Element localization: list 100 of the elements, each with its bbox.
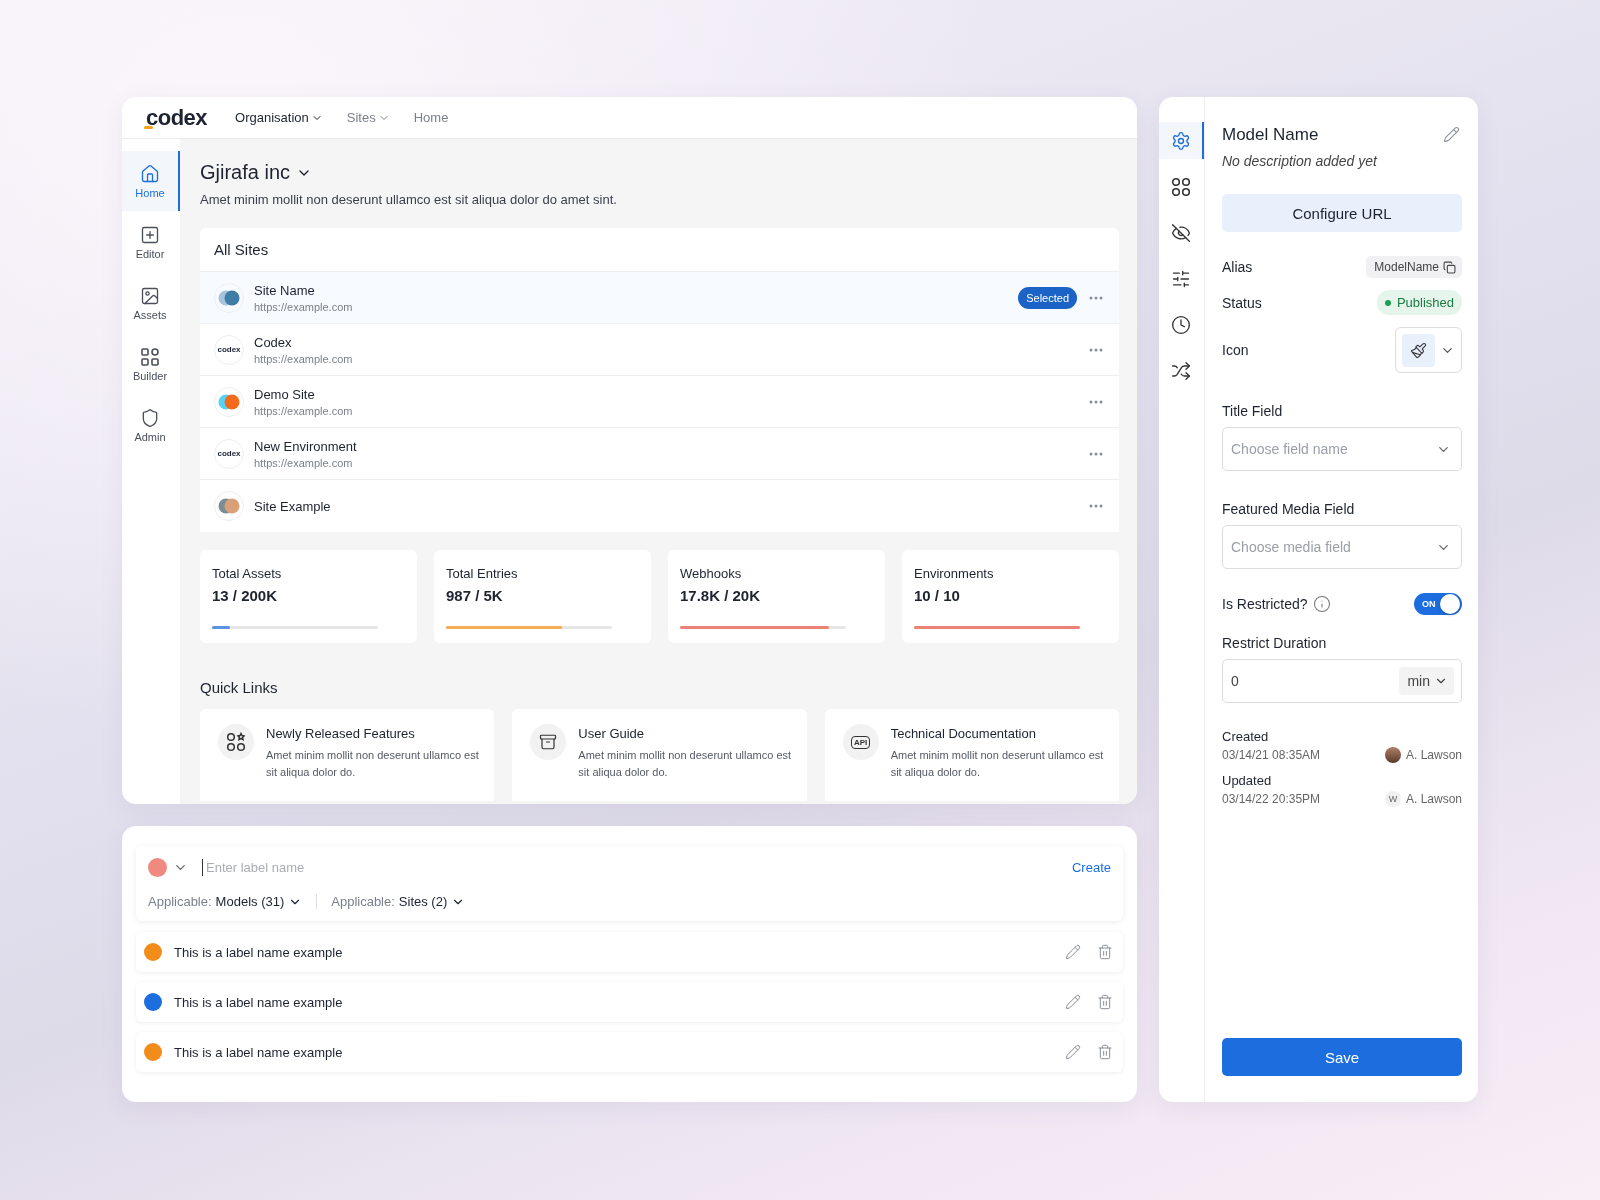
stat-label: Total Entries — [446, 566, 518, 581]
site-name: New Environment — [254, 438, 357, 454]
avatar: W — [1384, 791, 1401, 807]
label-name: This is a label name example — [174, 994, 344, 1010]
duration-field[interactable]: 0 min — [1222, 659, 1462, 703]
edit-button[interactable] — [1063, 942, 1083, 962]
model-description: No description added yet — [1222, 153, 1379, 169]
more-icon — [1089, 347, 1103, 352]
site-name: Site Example — [254, 498, 331, 514]
settings-icon — [1170, 130, 1191, 151]
meta-date: 03/14/21 08:35AM — [1222, 748, 1321, 762]
sidebar-item[interactable]: Admin — [122, 395, 180, 455]
sidebar-item[interactable]: Editor — [122, 212, 180, 272]
site-url: https://example.com — [254, 456, 353, 469]
quick-link-description: Amet minim mollit non deserunt ullamco est sit aliqua dolor do. — [266, 748, 480, 780]
label-name: This is a label name example — [174, 1044, 344, 1060]
eye-off-icon — [1170, 222, 1191, 243]
site-name: Site Name — [254, 282, 315, 298]
quick-link-title: User Guide — [578, 726, 646, 741]
section-title: Quick Links — [200, 679, 278, 696]
edit-button[interactable] — [1063, 992, 1083, 1012]
icon-picker[interactable] — [1395, 327, 1462, 373]
label-name: This is a label name example — [174, 944, 344, 960]
info-icon — [1312, 595, 1331, 613]
clock-icon — [1170, 314, 1191, 335]
home-icon — [140, 163, 160, 184]
brush-icon — [1410, 341, 1427, 359]
toggle-switch[interactable]: ON — [1414, 593, 1462, 615]
meta-label: Updated — [1222, 773, 1272, 788]
selected-badge: Selected — [1018, 286, 1077, 309]
color-dot[interactable] — [148, 857, 167, 877]
create-link[interactable]: Create — [1071, 859, 1111, 875]
quick-link-card[interactable]: User Guide Amet minim mollit non deserunt ullamco est sit aliqua dolor do. — [512, 709, 807, 801]
more-button[interactable] — [1087, 502, 1105, 510]
site-url: https://example.com — [254, 300, 353, 313]
stat-value: 987 / 5K — [446, 587, 503, 604]
stat-value: 13 / 200K — [212, 587, 278, 604]
copy-icon — [1443, 260, 1456, 274]
org-switcher[interactable]: Gjirafa inc — [200, 161, 313, 184]
nav-link[interactable]: Sites — [346, 110, 390, 125]
avatar — [1384, 747, 1401, 763]
site-url: https://example.com — [254, 404, 353, 417]
edit-button[interactable] — [1441, 124, 1462, 145]
more-icon — [1089, 504, 1103, 508]
quick-link-description: Amet minim mollit non deserunt ullamco est sit aliqua dolor do. — [578, 748, 793, 780]
unit-select[interactable]: min — [1399, 667, 1454, 695]
site-name: Codex — [254, 334, 292, 350]
trash-icon — [1097, 1044, 1113, 1060]
image-icon — [140, 285, 160, 306]
stat-label: Total Assets — [212, 566, 282, 581]
stat-value: 10 / 10 — [914, 587, 960, 604]
sidebar-item[interactable]: Assets — [122, 273, 180, 333]
meta-label: Created — [1222, 729, 1269, 744]
site-row[interactable]: Site Name https://example.com Selected — [200, 272, 1119, 324]
save-button[interactable]: Save — [1222, 1038, 1462, 1076]
field-label: Status — [1222, 294, 1262, 311]
field-label: Alias — [1222, 259, 1253, 275]
applicable-filter[interactable]: Applicable: Sites (2) — [316, 894, 480, 909]
field-label: Is Restricted? — [1222, 596, 1308, 612]
pencil-icon — [1443, 126, 1460, 143]
site-name: Demo Site — [254, 386, 315, 402]
status-badge: Published — [1376, 290, 1462, 315]
shuffle-icon — [1170, 360, 1191, 381]
quick-link-card[interactable]: API Technical Documentation Amet minim mollit non deserunt ullamco est sit aliqua dolor do. — [824, 709, 1119, 801]
field-label: Featured Media Field — [1222, 501, 1356, 517]
sliders-icon — [1170, 268, 1191, 289]
more-icon — [1089, 295, 1103, 300]
applicable-filter[interactable]: Applicable: Models (31) — [148, 894, 317, 909]
shapes-icon — [218, 724, 254, 760]
api-icon: API — [842, 724, 879, 760]
blocks-icon — [140, 346, 160, 367]
quick-link-title: Newly Released Features — [266, 726, 416, 741]
field-label: Restrict Duration — [1222, 635, 1328, 651]
configure-url-button[interactable]: Configure URL — [1222, 194, 1462, 232]
quick-link-title: Technical Documentation — [890, 726, 1037, 741]
quick-link-card[interactable]: Newly Released Features Amet minim mollit non deserunt ullamco est sit aliqua dolor do. — [200, 709, 495, 801]
field-label: Icon — [1222, 342, 1249, 358]
quick-link-description: Amet minim mollit non deserunt ullamco est sit aliqua dolor do. — [890, 748, 1105, 780]
nav-link[interactable]: Home — [413, 110, 449, 125]
stat-value: 17.8K / 20K — [680, 587, 761, 604]
pencil-icon — [1065, 994, 1081, 1010]
nav-link[interactable]: Organisation — [235, 110, 323, 125]
trash-icon — [1097, 944, 1113, 960]
site-url: https://example.com — [254, 352, 353, 365]
grid-icon — [1170, 176, 1191, 197]
model-title: Model Name — [1222, 124, 1319, 145]
org-description: Amet minim mollit non deserunt ullamco est sit aliqua dolor do amet sint. — [200, 192, 618, 207]
more-icon — [1089, 451, 1103, 456]
sidebar-item[interactable]: Builder — [122, 334, 180, 394]
stat-label: Environments — [914, 566, 994, 581]
user-name: A. Lawson — [1405, 748, 1462, 762]
alias-chip[interactable]: ModelName — [1366, 256, 1462, 278]
edit-button[interactable] — [1063, 1042, 1083, 1062]
sidebar-item[interactable]: Home — [122, 151, 180, 211]
pencil-icon — [1065, 1044, 1081, 1060]
pencil-icon — [1065, 944, 1081, 960]
more-icon — [1089, 399, 1103, 404]
meta-date: 03/14/22 20:35PM — [1222, 792, 1321, 806]
field-label: Title Field — [1222, 403, 1284, 419]
stat-label: Webhooks — [680, 566, 742, 581]
